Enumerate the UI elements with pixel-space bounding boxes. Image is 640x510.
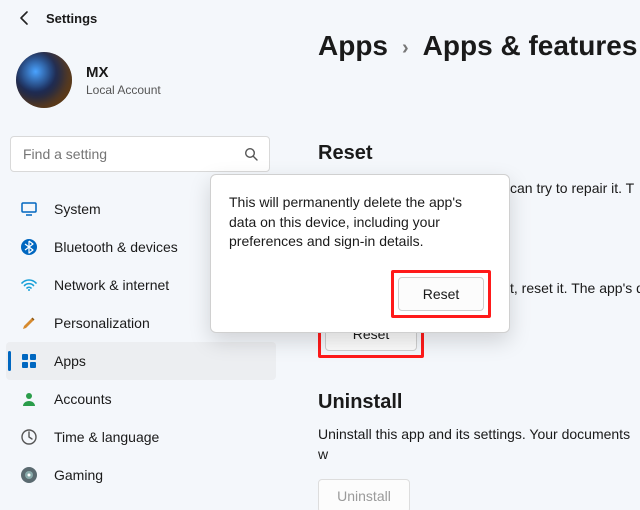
avatar [16,52,72,108]
crumb-apps-features: Apps & features [423,30,638,62]
repair-desc-partial: can try to repair it. T [510,180,634,196]
apps-icon [20,352,38,370]
profile-name: MX [86,64,161,81]
window-title: Settings [46,11,97,26]
chevron-right-icon: › [402,37,409,60]
paintbrush-icon [20,314,38,332]
uninstall-button[interactable]: Uninstall [318,479,410,510]
reset-heading: Reset [318,142,640,165]
bluetooth-icon [20,238,38,256]
sidebar-item-label: Apps [54,353,86,369]
sidebar-item-label: Gaming [54,467,103,483]
sidebar-item-label: System [54,201,101,217]
wifi-icon [20,276,38,294]
gaming-icon [20,466,38,484]
sidebar-item-gaming[interactable]: Gaming [6,456,276,494]
reset-desc-partial: t, reset it. The app's d [510,280,640,296]
popup-text: This will permanently delete the app's d… [229,193,491,252]
crumb-apps[interactable]: Apps [318,30,388,62]
search-box[interactable] [10,136,270,172]
sidebar-item-label: Bluetooth & devices [54,239,178,255]
sidebar-item-label: Time & language [54,429,159,445]
uninstall-desc: Uninstall this app and its settings. You… [318,424,640,465]
monitor-icon [20,200,38,218]
sidebar-item-accounts[interactable]: Accounts [6,380,276,418]
sidebar-item-apps[interactable]: Apps [6,342,276,380]
sidebar-item-label: Network & internet [54,277,169,293]
popup-reset-button[interactable]: Reset [398,277,484,311]
reset-confirm-popup: This will permanently delete the app's d… [210,174,510,333]
sidebar-item-label: Personalization [54,315,150,331]
profile-sub: Local Account [86,83,161,97]
search-input[interactable] [21,145,231,163]
profile-block[interactable]: MX Local Account [16,52,161,108]
person-icon [20,390,38,408]
clock-globe-icon [20,428,38,446]
sidebar-item-label: Accounts [54,391,112,407]
uninstall-heading: Uninstall [318,391,640,414]
search-icon [243,146,259,162]
back-icon[interactable] [16,9,34,27]
sidebar-item-time-language[interactable]: Time & language [6,418,276,456]
breadcrumb: Apps › Apps & features [318,30,637,62]
highlight-reset-popup: Reset [391,270,491,318]
